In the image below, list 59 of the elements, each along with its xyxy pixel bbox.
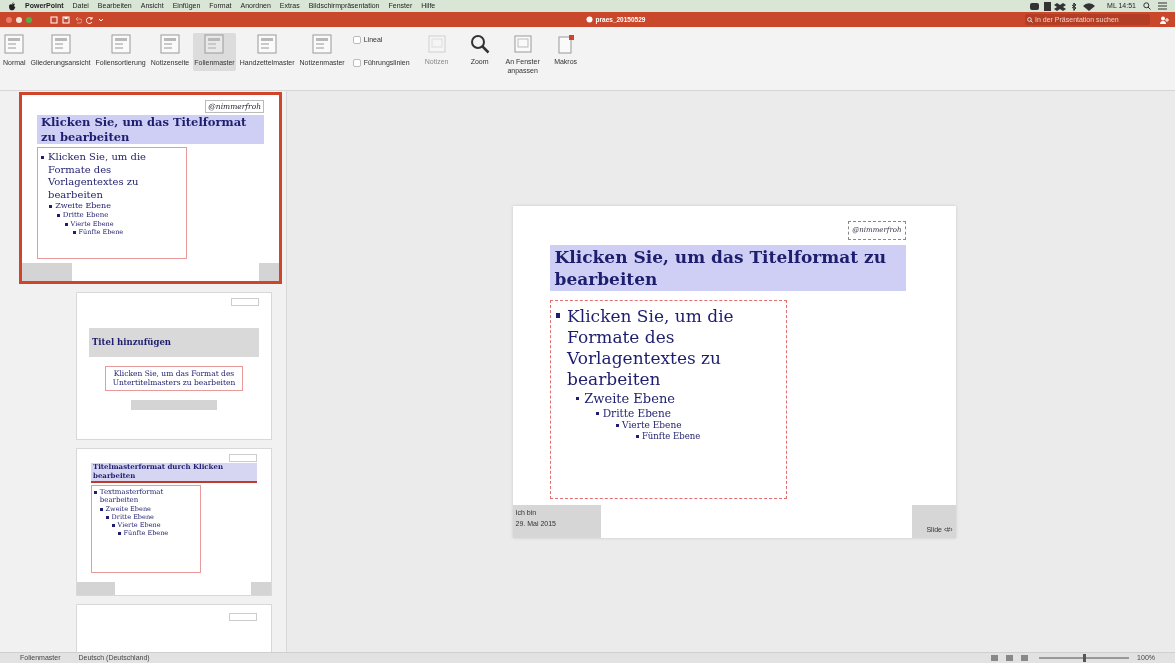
bullet-icon xyxy=(112,524,115,528)
bullet-icon xyxy=(575,396,580,401)
view-icon xyxy=(256,33,279,55)
minimize-button[interactable] xyxy=(16,16,22,23)
checkbox[interactable] xyxy=(352,58,361,67)
save-icon[interactable] xyxy=(62,15,70,24)
bullet-icon xyxy=(635,435,639,439)
new-file-icon[interactable] xyxy=(50,15,58,24)
tag-placeholder xyxy=(229,613,257,621)
body-text: Vierte Ebene xyxy=(622,420,682,432)
menu-list-icon[interactable] xyxy=(1158,2,1167,10)
footer-placeholder xyxy=(259,263,279,281)
zoom-slider-thumb[interactable] xyxy=(1082,654,1086,662)
apple-icon[interactable] xyxy=(8,1,16,11)
bullet-icon xyxy=(118,532,121,536)
tag-placeholder xyxy=(229,454,257,462)
undo-icon[interactable] xyxy=(74,15,82,24)
view-icon xyxy=(3,33,26,55)
body-text: Dritte Ebene xyxy=(602,406,672,421)
bullet-icon xyxy=(595,411,599,415)
view-icon xyxy=(203,33,226,55)
close-button[interactable] xyxy=(6,16,12,23)
zoom-button[interactable] xyxy=(26,16,32,23)
bullet-icon xyxy=(555,313,561,319)
bullet-icon xyxy=(73,230,76,234)
title-placeholder: Klicken Sie, um das Titelformat zu bearbeiten xyxy=(37,115,264,144)
view-icon xyxy=(158,33,181,55)
bullet-icon xyxy=(49,204,52,208)
search-icon[interactable] xyxy=(1143,2,1151,10)
tag-placeholder xyxy=(231,298,259,306)
redo-icon[interactable] xyxy=(86,15,94,24)
checkbox[interactable] xyxy=(352,36,361,45)
body-text: Klicken Sie, um die Formate des Vorlagentextes zu bearbeiten xyxy=(567,305,735,391)
title-placeholder: Klicken Sie, um das Titelformat zu bearbeiten xyxy=(549,244,906,291)
view-icon xyxy=(49,33,72,55)
bullet-icon xyxy=(41,155,44,159)
bullet-icon xyxy=(615,424,619,428)
search-icon xyxy=(1027,16,1033,23)
footer-placeholder xyxy=(77,582,115,595)
body-text: Zweite Ebene xyxy=(584,390,675,407)
view-icon xyxy=(109,33,132,55)
page-icon xyxy=(425,33,448,55)
document-icon xyxy=(585,16,593,23)
body-text: Fünfte Ebene xyxy=(641,431,701,442)
body-text: Zweite Ebene xyxy=(55,201,111,211)
bullet-icon xyxy=(100,507,103,511)
footer-placeholder xyxy=(251,582,271,595)
bullet-icon xyxy=(94,490,97,494)
magnifier-icon xyxy=(468,33,491,55)
view-icon xyxy=(311,33,334,55)
page-icon xyxy=(511,33,534,55)
title-placeholder: Titel hinzufügen xyxy=(89,328,259,357)
bullet-icon xyxy=(65,222,68,226)
body-text: Klicken Sie, um die Formate des Vorlagentextes zu bearbeiten xyxy=(48,151,147,201)
bullet-icon xyxy=(57,214,60,218)
share-icon[interactable] xyxy=(1160,15,1169,24)
footer-placeholder xyxy=(22,263,72,281)
caret-icon[interactable] xyxy=(98,16,104,23)
bullet-icon xyxy=(106,516,109,520)
